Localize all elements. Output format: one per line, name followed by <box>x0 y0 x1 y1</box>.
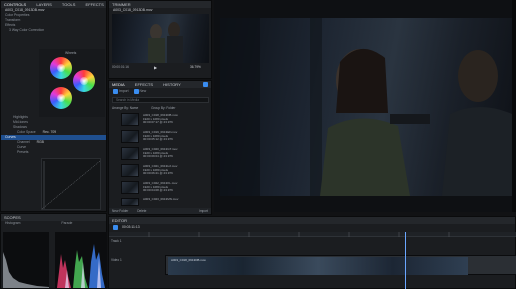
trimmer-frame-graphic <box>148 22 183 63</box>
luma-histogram-graphic <box>3 252 49 288</box>
arrange-select[interactable]: Arrange By: Name <box>112 106 138 110</box>
parade-label[interactable]: Parade <box>61 221 72 225</box>
trimmer-clip-name: A003_C018_0913DB.mov <box>113 8 153 12</box>
curve-graph[interactable] <box>41 158 101 210</box>
scope-mode-select[interactable]: Histogram <box>5 221 20 225</box>
track-header-2[interactable]: Video 1 <box>111 257 161 263</box>
group-select[interactable]: Group By: Folder <box>151 106 175 110</box>
controls-tabs: CONTROLS LAYERS TOOLS EFFECTS <box>1 1 106 8</box>
video-track[interactable]: A003_C018_0913DB.mov <box>165 255 516 275</box>
media-thumbnail[interactable] <box>121 130 139 143</box>
curve-line-graphic <box>41 160 101 210</box>
new-folder-button[interactable]: New Folder <box>112 209 128 213</box>
media-file-4[interactable]: A003_C021_0913HJ.mov 1920 x 1080 pixels … <box>143 164 177 176</box>
media-file-5[interactable]: A003_C022_0913KL.mov 1920 x 1080 pixels … <box>143 181 177 193</box>
track-1-label: Track 1 <box>111 239 122 243</box>
delete-button[interactable]: Delete <box>137 209 146 213</box>
color-space-label: Color Space <box>17 130 36 134</box>
scopes-title: SCOPES <box>1 214 106 221</box>
media-arrange-bar: Arrange By: Name Group By: Folder <box>112 105 209 111</box>
media-thumbnail[interactable] <box>121 113 139 126</box>
trimmer-preview[interactable] <box>112 14 209 63</box>
tab-effects[interactable]: EFFECTS <box>86 2 104 7</box>
trimmer-title: TRIMMER <box>109 1 211 8</box>
viewer-frame[interactable] <box>220 18 516 196</box>
editor-panel: EDITOR 00:03:11:13 Track 1 Video 1 A003_… <box>108 216 516 289</box>
media-tabs: MEDIA EFFECTS HISTORY <box>109 81 211 88</box>
shadows-color-wheel[interactable] <box>50 87 72 109</box>
media-thumbnail[interactable] <box>121 181 139 194</box>
media-search-input[interactable]: Search in Media <box>116 98 139 102</box>
trimmer-panel: TRIMMER A003_C018_0913DB.mov 00:00:01:16… <box>108 0 212 79</box>
scopes-panel: SCOPES Histogram Parade <box>0 213 107 289</box>
curves-label: Curves <box>5 135 16 139</box>
tab-media-effects[interactable]: EFFECTS <box>135 82 153 87</box>
scopes-toolbar: Histogram Parade <box>1 221 106 227</box>
trimmer-timecode: 00:00:01:16 <box>112 65 129 69</box>
midtones-color-wheel[interactable] <box>73 70 95 92</box>
controls-panel: CONTROLS LAYERS TOOLS EFFECTS A003_C018_… <box>0 0 107 212</box>
track-header-1[interactable]: Track 1 <box>111 238 161 244</box>
import-footer-button[interactable]: Import <box>199 208 208 214</box>
tab-media[interactable]: MEDIA <box>112 82 125 87</box>
viewer-right-edge <box>512 0 516 212</box>
trimmer-zoom[interactable]: 36.79% <box>190 65 201 69</box>
media-thumbnail[interactable] <box>121 164 139 177</box>
timeline-clip[interactable]: A003_C018_0913DB.mov <box>168 257 468 275</box>
presets-row[interactable]: Presets <box>1 150 106 155</box>
params-list: Highlights Mid-tones Shadows Color Space… <box>1 115 106 155</box>
rgb-parade-graphic <box>57 244 105 288</box>
media-file-2[interactable]: A003_C019_0913EF.mov 1920 x 1080 pixels … <box>143 130 177 142</box>
effect-name[interactable]: 3 Way Color Correction <box>1 28 106 33</box>
video-1-label: Video 1 <box>111 258 122 262</box>
histogram-parade <box>55 232 107 288</box>
highlights-color-wheel[interactable] <box>50 57 72 79</box>
color-wheels-box: Wheels <box>39 49 105 117</box>
media-toolbar: Import New <box>109 82 211 95</box>
main-viewer[interactable] <box>214 0 516 212</box>
trimmer-play-button[interactable]: ▶ <box>154 65 159 70</box>
editor-timecode: 00:03:11:13 <box>121 225 140 229</box>
trimmer-controls: 00:00:01:16 ▶ 36.79% <box>112 65 209 71</box>
media-panel: MEDIA EFFECTS HISTORY Import New Search … <box>108 80 212 215</box>
ruler-ticks-graphic <box>148 232 450 237</box>
color-space-value[interactable]: Rec. 709 <box>43 130 57 134</box>
media-thumbnail[interactable] <box>121 198 139 206</box>
tab-history[interactable]: HISTORY <box>163 82 181 87</box>
import-icon[interactable] <box>113 88 118 94</box>
media-file-6[interactable]: A003_C023_0913MN.mov <box>143 197 178 202</box>
wheel-group-label: Wheels <box>65 51 77 55</box>
editor-toolbar: 00:03:11:13 <box>109 224 515 231</box>
tab-tools[interactable]: TOOLS <box>62 2 76 7</box>
timeline-ruler[interactable] <box>109 232 516 237</box>
media-file-3[interactable]: A003_C020_0913GT.mov 1920 x 1080 pixels … <box>143 147 178 159</box>
channel-label: Channel <box>17 140 30 144</box>
playhead[interactable] <box>405 232 406 289</box>
tab-layers[interactable]: LAYERS <box>36 2 52 7</box>
media-file-1[interactable]: A003_C018_0913DB.mov 1920 x 1080 pixels … <box>143 113 178 125</box>
new-button[interactable]: New <box>139 89 146 93</box>
editor-title: EDITOR <box>109 217 515 224</box>
histogram-luma <box>3 232 49 288</box>
timeline-tool-icon[interactable] <box>113 224 118 230</box>
channel-value[interactable]: RGB <box>37 140 44 144</box>
media-thumbnail[interactable] <box>121 147 139 160</box>
tab-controls[interactable]: CONTROLS <box>4 2 26 7</box>
import-button[interactable]: Import <box>119 89 129 93</box>
viewer-frame-graphic <box>220 18 516 196</box>
media-footer: New Folder Delete Import <box>109 208 211 214</box>
media-search[interactable]: Search in Media <box>112 97 209 103</box>
new-icon[interactable] <box>133 88 139 94</box>
timeline-clip-label: A003_C018_0913DB.mov <box>171 258 206 262</box>
